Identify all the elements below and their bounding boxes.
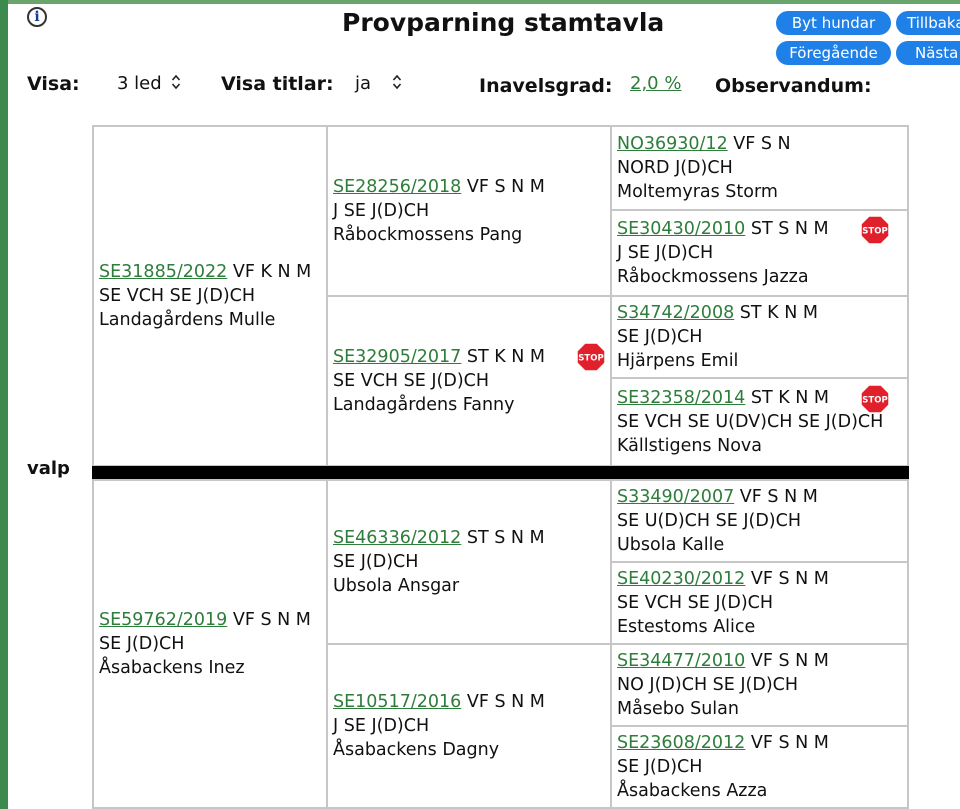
registration-link[interactable]: SE32905/2017 bbox=[333, 347, 461, 367]
test-info: ST K N M bbox=[466, 347, 546, 367]
dog-name: Åsabackens Dagny bbox=[333, 740, 500, 760]
test-info: VF S N M bbox=[466, 177, 545, 197]
left-accent-bar bbox=[0, 0, 8, 809]
pedigree-cell-dds: SE34477/2010 VF S N M NO J(D)CH SE J(D)C… bbox=[610, 643, 909, 727]
pedigree-cell-sss: NO36930/12 VF S N NORD J(D)CH Moltemyras… bbox=[610, 125, 909, 211]
titles: SE VCH SE J(D)CH bbox=[617, 593, 774, 613]
dog-name: Måsebo Sulan bbox=[617, 699, 739, 719]
stop-sign-icon: STOP bbox=[860, 215, 890, 245]
titles: SE J(D)CH bbox=[333, 552, 419, 572]
registration-link[interactable]: SE28256/2018 bbox=[333, 177, 461, 197]
updown-chevron-icon[interactable] bbox=[392, 72, 402, 92]
dog-name: Källstigens Nova bbox=[617, 436, 762, 456]
registration-link[interactable]: SE32358/2014 bbox=[617, 388, 745, 408]
titles: J SE J(D)CH bbox=[333, 716, 430, 736]
svg-text:STOP: STOP bbox=[578, 354, 603, 364]
registration-link[interactable]: S33490/2007 bbox=[617, 487, 734, 507]
test-info: VF S N M bbox=[750, 651, 829, 671]
sire-dam-divider bbox=[92, 466, 909, 479]
test-info: VF S N M bbox=[750, 569, 829, 589]
test-info: ST K N M bbox=[750, 388, 830, 408]
test-info: VF S N M bbox=[739, 487, 818, 507]
registration-link[interactable]: SE23608/2012 bbox=[617, 733, 745, 753]
test-info: VF S N bbox=[733, 134, 791, 154]
test-info: VF S N M bbox=[466, 692, 545, 712]
switch-dogs-button[interactable]: Byt hundar bbox=[776, 11, 891, 35]
test-info: VF S N M bbox=[750, 733, 829, 753]
dog-name: Hjärpens Emil bbox=[617, 351, 739, 371]
svg-text:STOP: STOP bbox=[862, 396, 887, 406]
dog-name: Landagårdens Fanny bbox=[333, 395, 515, 415]
page-title: Provparning stamtavla bbox=[342, 8, 665, 37]
titles: NO J(D)CH SE J(D)CH bbox=[617, 675, 799, 695]
registration-link[interactable]: SE31885/2022 bbox=[99, 262, 227, 282]
registration-link[interactable]: NO36930/12 bbox=[617, 134, 728, 154]
dog-name: Ubsola Kalle bbox=[617, 535, 725, 555]
test-info: ST S N M bbox=[466, 528, 545, 548]
stop-sign-icon: STOP bbox=[860, 384, 890, 414]
pedigree-cell-sire: SE31885/2022 VF K N M SE VCH SE J(D)CH L… bbox=[92, 125, 328, 467]
dog-name: Landagårdens Mulle bbox=[99, 310, 276, 330]
registration-link[interactable]: SE59762/2019 bbox=[99, 610, 227, 630]
generations-select[interactable]: 3 led bbox=[117, 73, 162, 94]
pedigree-cell-sds: S34742/2008 ST K N M SE J(D)CH Hjärpens … bbox=[610, 295, 909, 379]
puppy-label: valp bbox=[27, 458, 70, 479]
registration-link[interactable]: S34742/2008 bbox=[617, 303, 734, 323]
test-info: VF K N M bbox=[232, 262, 312, 282]
test-info: ST K N M bbox=[739, 303, 818, 323]
titles: SE VCH SE J(D)CH bbox=[99, 286, 256, 306]
pedigree-cell-dam: SE59762/2019 VF S N M SE J(D)CH Åsabacke… bbox=[92, 479, 328, 809]
dog-name: Åsabackens Azza bbox=[617, 781, 768, 801]
titles-label: Visa titlar: bbox=[221, 73, 334, 95]
test-info: ST S N M bbox=[750, 219, 829, 239]
back-button[interactable]: Tillbaka bbox=[896, 11, 960, 35]
test-info: VF S N M bbox=[232, 610, 311, 630]
pedigree-cell-sire-dam: SE32905/2017 ST K N M SE VCH SE J(D)CH L… bbox=[326, 295, 612, 467]
svg-text:STOP: STOP bbox=[862, 227, 887, 237]
titles: SE J(D)CH bbox=[617, 327, 703, 347]
registration-link[interactable]: SE40230/2012 bbox=[617, 569, 745, 589]
pedigree-cell-ddd: SE23608/2012 VF S N M SE J(D)CH Åsabacke… bbox=[610, 725, 909, 809]
observandum-label: Observandum: bbox=[715, 75, 872, 97]
registration-link[interactable]: SE10517/2016 bbox=[333, 692, 461, 712]
dog-name: Råbockmossens Pang bbox=[333, 225, 523, 245]
registration-link[interactable]: SE30430/2010 bbox=[617, 219, 745, 239]
dog-name: Åsabackens Inez bbox=[99, 658, 245, 678]
next-button[interactable]: Nästa bbox=[896, 41, 960, 65]
pedigree-cell-dsd: SE40230/2012 VF S N M SE VCH SE J(D)CH E… bbox=[610, 561, 909, 645]
stop-sign-icon: STOP bbox=[576, 342, 606, 372]
registration-link[interactable]: SE34477/2010 bbox=[617, 651, 745, 671]
inbreeding-value-link[interactable]: 2,0 % bbox=[630, 73, 681, 94]
pedigree-cell-sire-sire: SE28256/2018 VF S N M J SE J(D)CH Råbock… bbox=[326, 125, 612, 297]
titles: NORD J(D)CH bbox=[617, 158, 733, 178]
generations-label: Visa: bbox=[27, 73, 80, 95]
dog-name: Råbockmossens Jazza bbox=[617, 267, 809, 287]
titles: SE VCH SE J(D)CH bbox=[333, 371, 490, 391]
pedigree-cell-dam-dam: SE10517/2016 VF S N M J SE J(D)CH Åsabac… bbox=[326, 643, 612, 809]
titles-select[interactable]: ja bbox=[355, 73, 371, 94]
titles: SE U(D)CH SE J(D)CH bbox=[617, 511, 802, 531]
top-accent-line bbox=[8, 0, 960, 4]
pedigree-cell-dss: S33490/2007 VF S N M SE U(D)CH SE J(D)CH… bbox=[610, 479, 909, 563]
registration-link[interactable]: SE46336/2012 bbox=[333, 528, 461, 548]
inbreeding-label: Inavelsgrad: bbox=[479, 75, 613, 97]
info-icon[interactable]: i bbox=[27, 7, 47, 27]
pedigree-cell-dam-sire: SE46336/2012 ST S N M SE J(D)CH Ubsola A… bbox=[326, 479, 612, 645]
updown-chevron-icon[interactable] bbox=[171, 72, 181, 92]
titles: SE J(D)CH bbox=[617, 757, 703, 777]
dog-name: Moltemyras Storm bbox=[617, 182, 778, 202]
titles: SE J(D)CH bbox=[99, 634, 185, 654]
dog-name: Ubsola Ansgar bbox=[333, 576, 460, 596]
titles: J SE J(D)CH bbox=[333, 201, 430, 221]
dog-name: Estestoms Alice bbox=[617, 617, 756, 637]
previous-button[interactable]: Föregående bbox=[776, 41, 891, 65]
